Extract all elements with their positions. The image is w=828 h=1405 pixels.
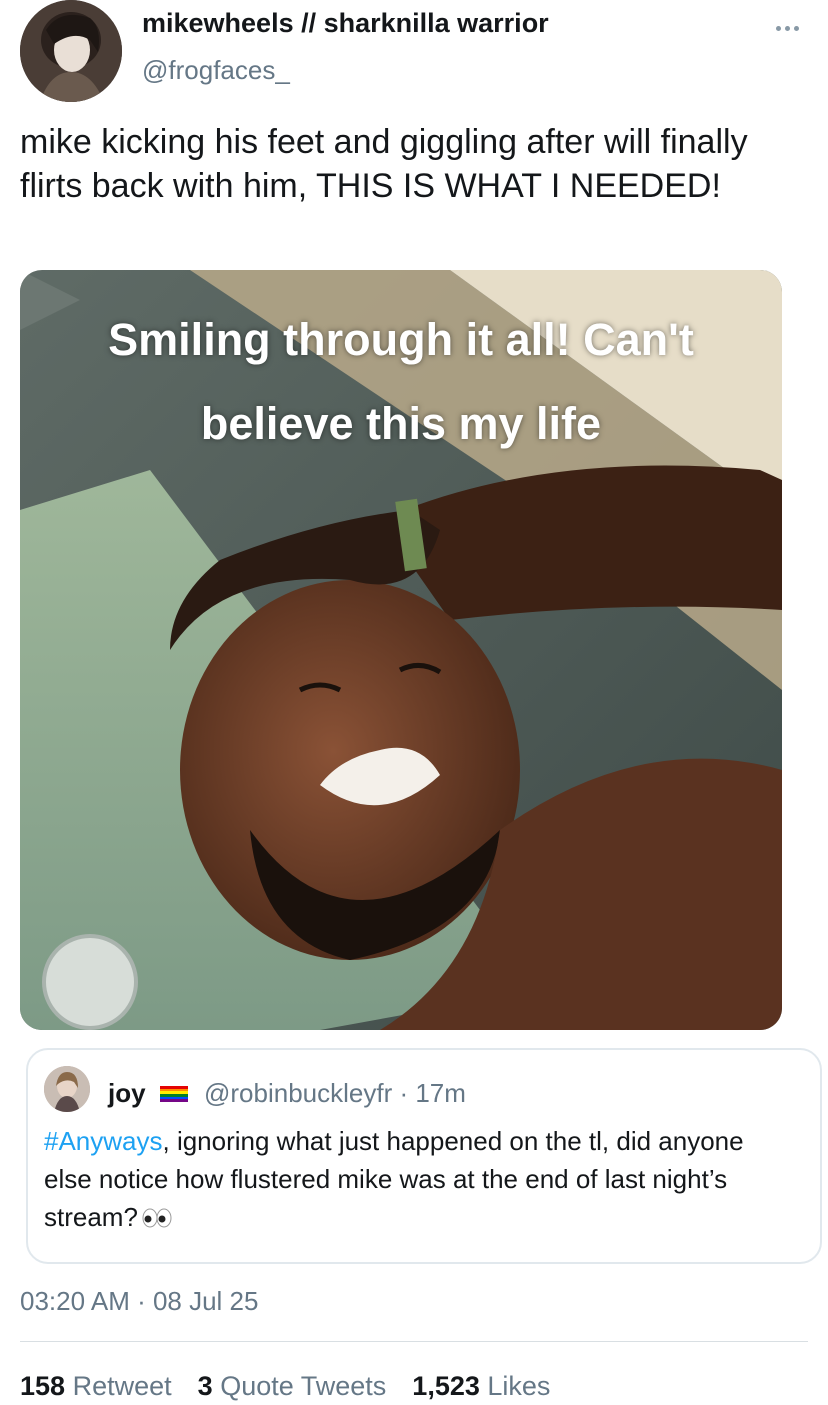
quoted-author-avatar[interactable] bbox=[44, 1066, 90, 1112]
hashtag-link[interactable]: #Anyways bbox=[44, 1126, 163, 1156]
retweets-stat[interactable]: 158 Retweet bbox=[20, 1371, 172, 1402]
eyes-icon bbox=[142, 1200, 172, 1238]
likes-count: 1,523 bbox=[412, 1371, 480, 1401]
tweet-media-image[interactable]: Smiling through it all! Can't believe th… bbox=[20, 270, 782, 1030]
tweet-text: mike kicking his feet and giggling after… bbox=[20, 123, 758, 205]
divider bbox=[20, 1341, 808, 1342]
quote-tweets-stat[interactable]: 3 Quote Tweets bbox=[198, 1371, 387, 1402]
likes-stat[interactable]: 1,523 Likes bbox=[412, 1371, 550, 1402]
quoted-author-name[interactable]: joy bbox=[108, 1078, 146, 1109]
retweets-count: 158 bbox=[20, 1371, 66, 1401]
quote-tweets-count: 3 bbox=[197, 1371, 213, 1401]
engagement-stats: 158 Retweet 3 Quote Tweets 1,523 Likes bbox=[20, 1371, 550, 1402]
tweet-timestamp[interactable]: 03:20 AM · 08 Jul 25 bbox=[20, 1286, 258, 1317]
rainbow-flag-icon bbox=[160, 1086, 188, 1102]
quoted-author-handle[interactable]: @robinbuckleyfr · 17m bbox=[204, 1078, 466, 1109]
likes-label: Likes bbox=[487, 1371, 551, 1401]
author-display-name[interactable]: mikewheels // sharknilla warrior bbox=[142, 8, 549, 39]
quoted-tweet-text: #Anyways, ignoring what just happened on… bbox=[44, 1122, 784, 1238]
more-options-icon[interactable] bbox=[770, 18, 804, 38]
author-avatar[interactable] bbox=[20, 0, 122, 102]
quoted-tweet-card[interactable]: joy @robinbuckleyfr · 17m #Anyways, igno… bbox=[26, 1048, 822, 1264]
author-handle[interactable]: @frogfaces_ bbox=[142, 55, 290, 86]
quote-tweets-label: Quote Tweets bbox=[220, 1371, 387, 1401]
retweets-label: Retweet bbox=[72, 1371, 172, 1401]
media-caption: Smiling through it all! Can't believe th… bbox=[108, 314, 694, 449]
